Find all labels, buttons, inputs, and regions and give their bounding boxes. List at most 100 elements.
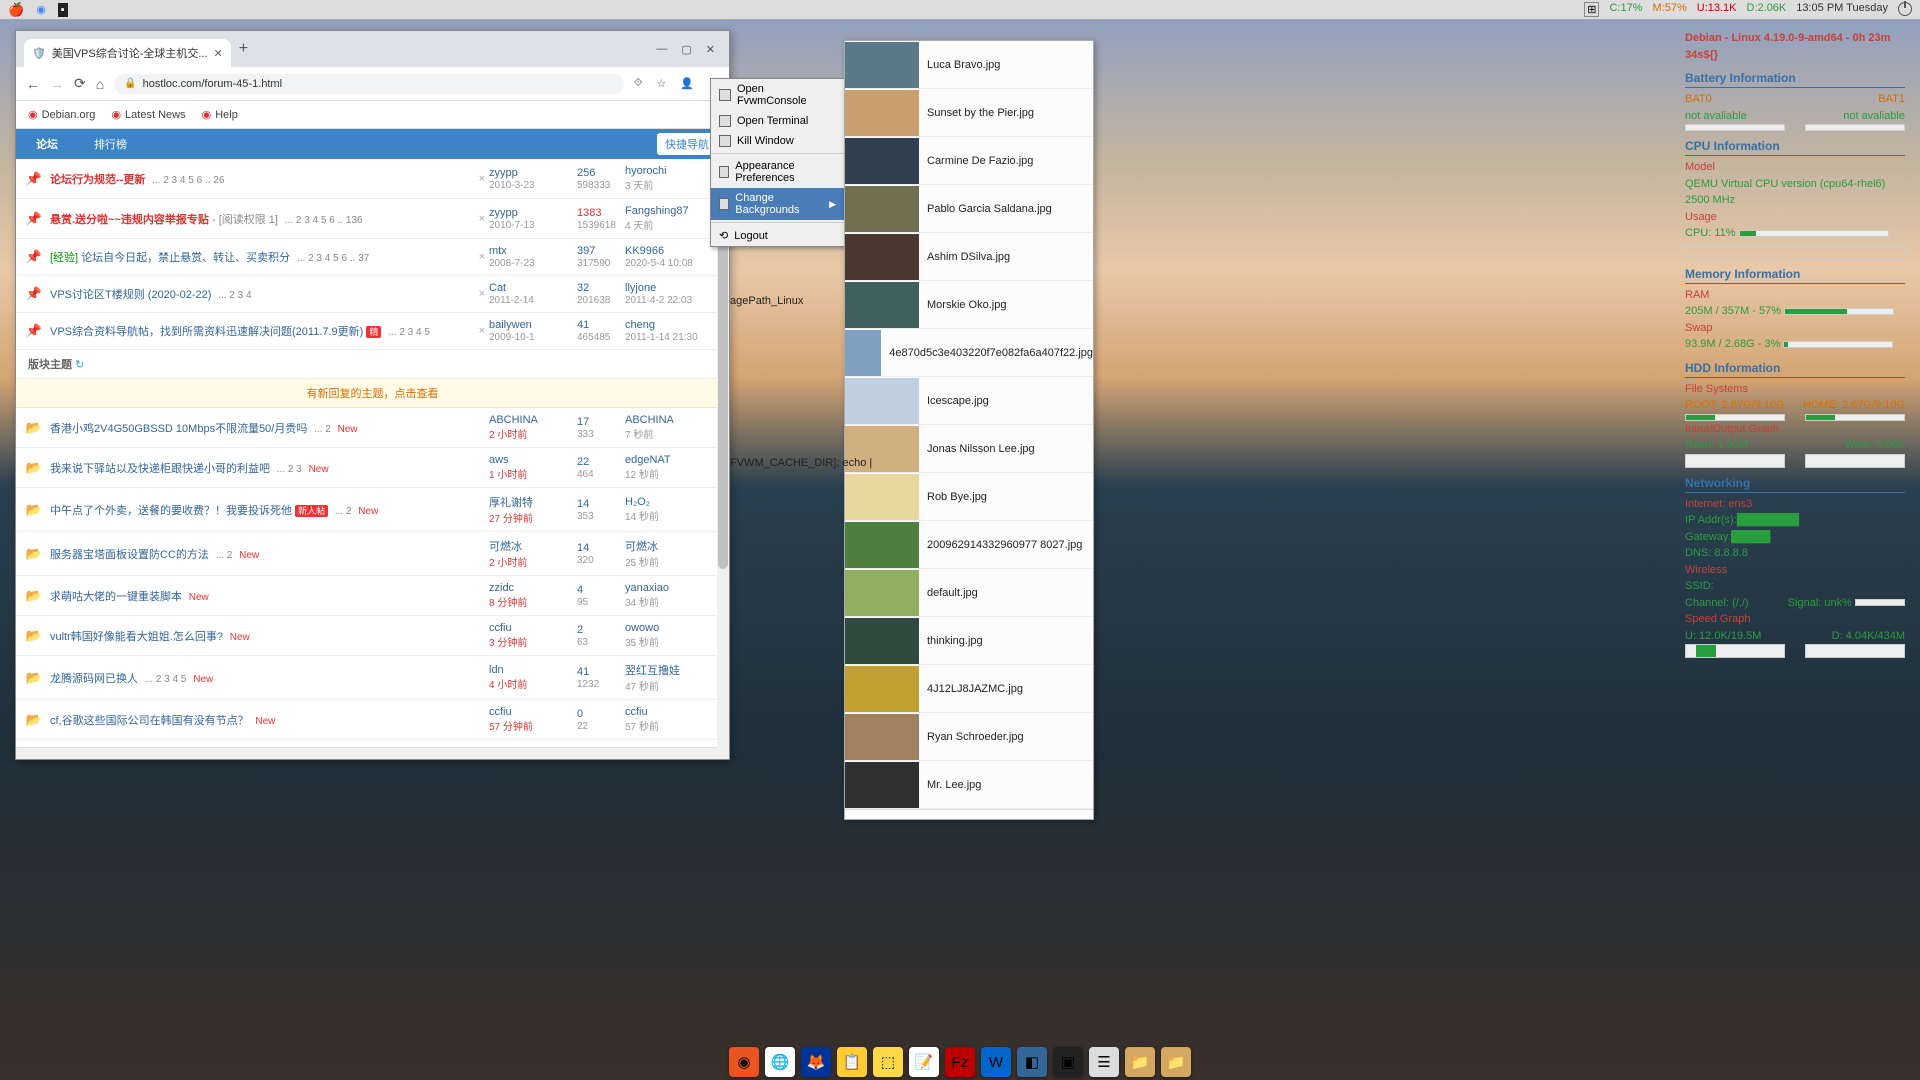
translate-icon[interactable]: ⟐ [634,77,643,90]
url-bar[interactable]: 🔒 hostloc.com/forum-45-1.html [114,74,624,94]
col-last[interactable]: KK99662020-5-4 10:08 [625,245,719,269]
thread-title[interactable]: VPS综合资料导航帖，找到所需资料迅速解决问题(2011.7.9更新) 精 ..… [50,323,479,339]
notice-row[interactable]: 有新回复的主题，点击查看 [16,379,729,408]
close-icon[interactable]: ✕ [706,43,715,56]
col-author[interactable]: ABCHINA2 小时前 [489,414,577,441]
col-author[interactable]: aws1 小时前 [489,454,577,481]
dock-app8[interactable]: W [981,1047,1011,1077]
thread-row[interactable]: 📂我来说下驿站以及快递柜跟快递小哥的利益吧 ... 2 3 Newaws1 小时… [16,448,729,488]
tab-forum[interactable]: 论坛 [28,131,66,157]
ctx-kill[interactable]: Kill Window [711,131,844,151]
bookmark-help[interactable]: ◉Help [202,108,238,121]
ctx-backgrounds[interactable]: Change Backgrounds▶ [711,188,844,220]
col-author[interactable]: Cat2011-2-14 [489,282,577,306]
thread-row[interactable]: 📂香港小鸡2V4G50GBSSD 10Mbps不限流量50/月贵吗 ... 2 … [16,408,729,448]
col-last[interactable]: Fangshing874 天前 [625,205,719,232]
app-icon-1[interactable]: ◉ [36,3,46,16]
ctx-appearance[interactable]: Appearance Preferences [711,156,844,188]
col-last[interactable]: llyjone2011-4-2 22:03 [625,282,719,306]
thread-row[interactable]: 📂cf,谷歌这些国际公司在韩国有没有节点？ Newccfiu57 分钟前022c… [16,700,729,740]
quick-nav[interactable]: 快捷导航 [657,133,717,155]
app-icon-2[interactable]: ▪ [58,3,68,17]
dock-app3[interactable]: 🦊 [801,1047,831,1077]
bg-option[interactable]: Morskie Oko.jpg [845,281,1093,329]
thread-row[interactable]: 📂vultr韩国好像能看大姐姐.怎么回事? Newccfiu3 分钟前263ow… [16,616,729,656]
dock-app11[interactable]: ☰ [1089,1047,1119,1077]
col-last[interactable]: ccfiu57 秒前 [625,706,719,733]
thread-close-icon[interactable]: × [479,288,485,300]
forward-button[interactable]: → [50,76,64,92]
thread-row[interactable]: 📌VPS讨论区T楼规则 (2020-02-22) ... 2 3 4×Cat20… [16,276,729,313]
col-author[interactable]: zyypp2010-7-13 [489,207,577,231]
thread-title[interactable]: 中午点了个外卖，送餐的要收费？！我要投诉死他 新人帖 ... 2 New [50,502,489,518]
bookmark-news[interactable]: ◉Latest News [111,108,185,121]
thread-title[interactable]: 论坛行为规范--更新 ... 2 3 4 5 6 .. 26 [50,171,479,187]
thread-row[interactable]: 📂服务器宝塔面板设置防CC的方法 ... 2 New可燃冰2 小时前14320可… [16,532,729,576]
bg-more[interactable]: More... [845,809,1093,820]
col-last[interactable]: hyorochi3 天前 [625,165,719,192]
dock-folder[interactable]: 📁 [1125,1047,1155,1077]
col-last[interactable]: 可燃冰25 秒前 [625,538,719,569]
thread-title[interactable]: [经验] 论坛自今日起，禁止悬赏、转让、买卖积分 ... 2 3 4 5 6 .… [50,249,479,265]
tab-close-icon[interactable]: ✕ [214,47,223,60]
ctx-fvwmconsole[interactable]: Open FvwmConsole [711,79,844,111]
thread-row[interactable]: 📂龙腾源码网已换人 ... 2 3 4 5 Newldn4 小时前411232翌… [16,656,729,700]
col-author[interactable]: 厚礼谢特27 分钟前 [489,494,577,525]
thread-close-icon[interactable]: × [479,213,485,225]
dock-app9[interactable]: ◧ [1017,1047,1047,1077]
col-last[interactable]: 翌红互撸娃47 秒前 [625,662,719,693]
tray-icon[interactable]: ⊞ [1584,2,1599,17]
thread-row[interactable]: 📌VPS综合资料导航帖，找到所需资料迅速解决问题(2011.7.9更新) 精 .… [16,313,729,350]
bg-option[interactable]: 4J12LJ8JAZMC.jpg [845,665,1093,713]
thread-title[interactable]: 香港小鸡2V4G50GBSSD 10Mbps不限流量50/月贵吗 ... 2 N… [50,420,489,436]
dock-app5[interactable]: ⬚ [873,1047,903,1077]
dock-ubuntu[interactable]: ◉ [729,1047,759,1077]
thread-title[interactable]: VPS讨论区T楼规则 (2020-02-22) ... 2 3 4 [50,286,479,302]
dock-chrome[interactable]: 🌐 [765,1047,795,1077]
bg-option[interactable]: Rob Bye.jpg [845,473,1093,521]
dock-filezilla[interactable]: Fz [945,1047,975,1077]
thread-row[interactable]: 📌论坛行为规范--更新 ... 2 3 4 5 6 .. 26×zyypp201… [16,159,729,199]
bookmark-debian[interactable]: ◉Debian.org [28,108,95,121]
bg-option[interactable]: default.jpg [845,569,1093,617]
tab-ranking[interactable]: 排行榜 [86,131,135,157]
col-last[interactable]: yanaxiao34 秒前 [625,582,719,609]
bg-option[interactable]: Pablo Garcia Saldana.jpg [845,185,1093,233]
thread-row[interactable]: 📂中午点了个外卖，送餐的要收费？！我要投诉死他 新人帖 ... 2 New厚礼谢… [16,488,729,532]
col-author[interactable]: ldn4 小时前 [489,664,577,691]
col-author[interactable]: bailywen2009-10-1 [489,319,577,343]
browser-titlebar[interactable]: 🛡️ 美国VPS综合讨论-全球主机交... ✕ + — ▢ ✕ [16,31,729,67]
thread-row[interactable]: 📌[经验] 论坛自今日起，禁止悬赏、转让、买卖积分 ... 2 3 4 5 6 … [16,239,729,276]
col-author[interactable]: ccfiu57 分钟前 [489,706,577,733]
bg-option[interactable]: thinking.jpg [845,617,1093,665]
bg-option[interactable]: Sunset by the Pier.jpg [845,89,1093,137]
bg-option[interactable]: Jonas Nilsson Lee.jpg [845,425,1093,473]
bg-option[interactable]: Ashim DSilva.jpg [845,233,1093,281]
col-last[interactable]: cheng2011-1-14 21:30 [625,319,719,343]
bg-option[interactable]: Mr. Lee.jpg [845,761,1093,809]
dock-terminal[interactable]: ▣ [1053,1047,1083,1077]
bg-option[interactable]: Ryan Schroeder.jpg [845,713,1093,761]
col-last[interactable]: ABCHINA7 秒前 [625,414,719,441]
col-last[interactable]: H₂O₂14 秒前 [625,496,719,523]
thread-title[interactable]: vultr韩国好像能看大姐姐.怎么回事? New [50,628,489,644]
minimize-icon[interactable]: — [656,43,667,56]
col-last[interactable]: owowo35 秒前 [625,622,719,649]
profile-icon[interactable]: 👤 [680,77,694,90]
apple-icon[interactable]: 🍎 [8,2,24,18]
dock-folder2[interactable]: 📁 [1161,1047,1191,1077]
maximize-icon[interactable]: ▢ [681,43,691,56]
h-scrollbar[interactable] [16,747,717,759]
thread-title[interactable]: cf,谷歌这些国际公司在韩国有没有节点？ New [50,712,489,728]
thread-close-icon[interactable]: × [479,173,485,185]
thread-title[interactable]: 悬赏.送分啦~~违规内容举报专贴 - [阅读权限 1] ... 2 3 4 5 … [50,211,479,227]
home-button[interactable]: ⌂ [96,76,104,92]
power-icon[interactable] [1898,2,1912,16]
new-tab-button[interactable]: + [231,36,256,62]
thread-list[interactable]: 📌论坛行为规范--更新 ... 2 3 4 5 6 .. 26×zyypp201… [16,159,729,759]
thread-title[interactable]: 我来说下驿站以及快递柜跟快递小哥的利益吧 ... 2 3 New [50,460,489,476]
thread-row[interactable]: 📌悬赏.送分啦~~违规内容举报专贴 - [阅读权限 1] ... 2 3 4 5… [16,199,729,239]
col-author[interactable]: 可燃冰2 小时前 [489,538,577,569]
bg-option[interactable]: 4e870d5c3e403220f7e082fa6a407f22.jpg [845,329,1093,377]
col-last[interactable]: edgeNAT12 秒前 [625,454,719,481]
